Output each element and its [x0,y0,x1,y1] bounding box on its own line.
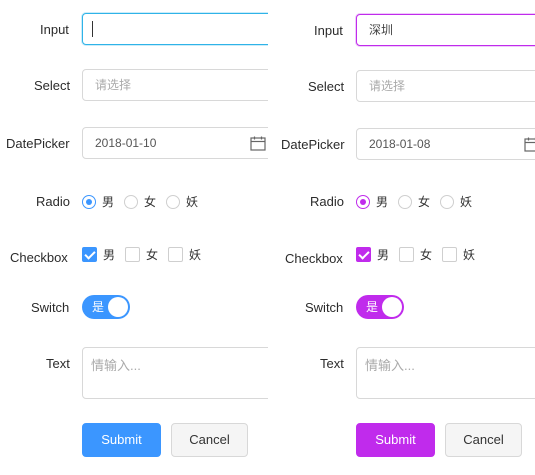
radio-button[interactable] [124,194,139,209]
checkbox-label: Checkbox [285,251,343,266]
cancel-button[interactable]: Cancel [171,423,248,457]
radio-group: 男 女 妖 [82,193,208,210]
checkbox-box[interactable] [82,247,97,262]
checkbox-box[interactable] [442,247,458,262]
radio-option-female[interactable]: 女 [398,193,430,210]
radio-option-label: 妖 [186,195,199,209]
radio-button[interactable] [440,194,455,209]
checkbox-option-other[interactable]: 妖 [442,246,475,263]
toggle-switch[interactable]: 是 [356,295,404,319]
calendar-icon[interactable] [524,137,535,152]
text-placeholder: 情输入... [91,358,141,373]
form-panel-right: Input 深圳 Select 请选择 DatePicker 2018-01-0… [274,0,535,475]
checkbox-group: 男 女 妖 [82,246,211,263]
select-placeholder: 请选择 [95,78,132,92]
toggle-switch[interactable]: 是 [82,295,130,319]
checkbox-option-male[interactable]: 男 [82,246,115,263]
radio-option-other[interactable]: 妖 [166,193,198,210]
checkbox-option-female[interactable]: 女 [399,246,432,263]
radio-option-label: 妖 [460,195,473,209]
date-picker-field[interactable]: 2018-01-10 [82,127,268,159]
radio-option-label: 女 [418,195,431,209]
text-area[interactable]: 情输入... [356,347,535,399]
date-picker-field[interactable]: 2018-01-08 [356,128,535,160]
text-label: Text [320,356,344,371]
radio-option-other[interactable]: 妖 [440,193,472,210]
radio-label: Radio [36,194,70,209]
checkbox-box[interactable] [399,247,415,262]
cancel-button[interactable]: Cancel [445,423,522,457]
select-field[interactable]: 请选择 [82,69,268,101]
checkbox-option-female[interactable]: 女 [125,246,158,263]
checkbox-option-label: 男 [377,248,390,262]
form-panel-left: Input Select 请选择 DatePicker 2018-01-10 R… [0,0,268,475]
input-label: Input [40,22,69,37]
select-label: Select [34,78,71,93]
checkbox-group: 男 女 妖 [356,246,485,263]
switch-knob [382,297,402,317]
radio-button[interactable] [398,194,413,209]
switch-knob [108,297,128,317]
datepicker-label: DatePicker [6,136,70,151]
switch-text: 是 [366,300,379,314]
radio-button[interactable] [356,194,370,209]
switch-text: 是 [92,300,105,314]
radio-button[interactable] [82,194,96,209]
checkbox-box[interactable] [125,247,141,262]
switch-label: Switch [305,300,344,315]
radio-option-male[interactable]: 男 [356,193,388,210]
radio-option-female[interactable]: 女 [124,193,156,210]
checkbox-box[interactable] [356,247,371,262]
radio-option-label: 男 [102,195,115,209]
checkbox-option-label: 男 [103,248,116,262]
text-caret [92,21,93,37]
switch-label: Switch [31,300,70,315]
text-label: Text [46,356,70,371]
input-field[interactable]: 深圳 [356,14,535,46]
checkbox-option-label: 妖 [189,248,202,262]
text-placeholder: 情输入... [365,358,415,373]
input-label: Input [314,23,343,38]
text-area[interactable]: 情输入... [82,347,268,399]
checkbox-option-male[interactable]: 男 [356,246,389,263]
radio-button[interactable] [166,194,181,209]
checkbox-option-other[interactable]: 妖 [168,246,201,263]
radio-option-male[interactable]: 男 [82,193,114,210]
submit-button[interactable]: Submit [356,423,435,457]
submit-button[interactable]: Submit [82,423,161,457]
date-value: 2018-01-08 [369,137,431,151]
select-placeholder: 请选择 [369,79,406,93]
checkbox-option-label: 女 [420,248,433,262]
select-field[interactable]: 请选择 [356,70,535,102]
radio-label: Radio [310,194,344,209]
datepicker-label: DatePicker [281,137,345,152]
checkbox-box[interactable] [168,247,184,262]
date-value: 2018-01-10 [95,136,157,150]
select-label: Select [308,79,345,94]
checkbox-label: Checkbox [10,250,68,265]
checkbox-option-label: 妖 [463,248,476,262]
calendar-icon[interactable] [250,136,266,151]
input-field[interactable] [82,13,268,45]
radio-option-label: 男 [376,195,389,209]
input-value: 深圳 [369,23,394,37]
radio-option-label: 女 [144,195,157,209]
checkbox-option-label: 女 [146,248,159,262]
radio-group: 男 女 妖 [356,193,482,210]
